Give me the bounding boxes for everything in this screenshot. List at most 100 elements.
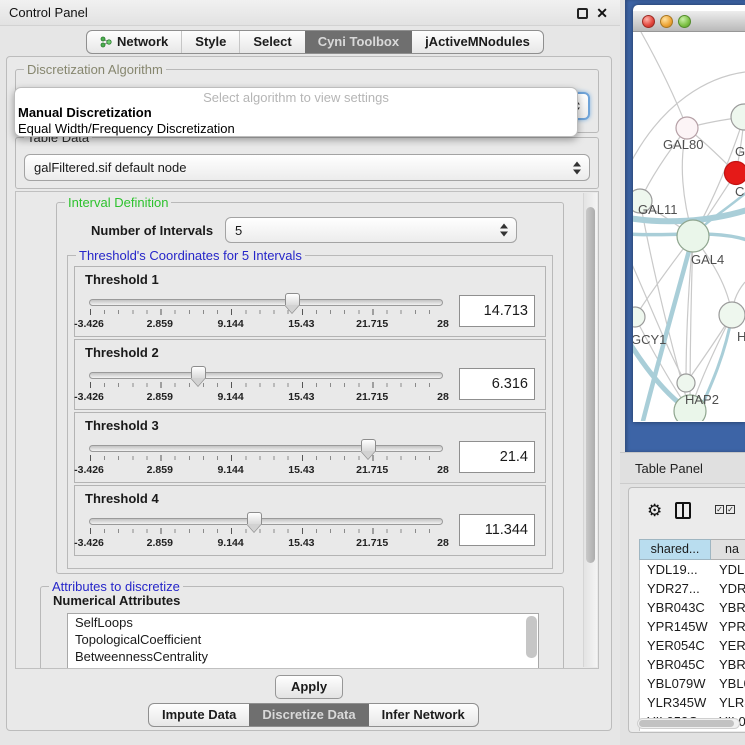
number-of-intervals-combo[interactable]: 5 <box>225 217 517 243</box>
slider-track[interactable] <box>89 372 443 379</box>
network-node-gal4[interactable] <box>677 220 709 252</box>
network-node-hap2[interactable] <box>677 374 695 392</box>
attribute-list-item[interactable]: SelfLoops <box>68 614 538 631</box>
table-row[interactable]: YER054C YER0 <box>640 636 745 655</box>
settings-scrollbar-thumb[interactable] <box>586 207 595 563</box>
threshold-2-value-field[interactable]: 6.316 <box>459 368 535 400</box>
table-scrollbar-thumb[interactable] <box>639 720 734 727</box>
table-row[interactable]: YBL079W YBL0 <box>640 674 745 693</box>
column-header-shared-name[interactable]: shared... <box>639 539 711 560</box>
attributes-group: Attributes to discretize Numerical Attri… <box>40 586 564 669</box>
column-header-name[interactable]: na <box>711 539 745 560</box>
window-zoom-button[interactable] <box>678 15 691 28</box>
tab-style[interactable]: Style <box>181 31 239 53</box>
threshold-2-slider[interactable]: -3.4262.8599.14415.4321.71528 <box>89 366 443 410</box>
slider-thumb[interactable] <box>191 366 206 378</box>
slider-major-ticks <box>90 455 443 461</box>
threshold-3-value-field[interactable]: 21.4 <box>459 441 535 473</box>
settings-scrollbar[interactable] <box>583 193 597 667</box>
table-row[interactable]: YPR145W YPR1 <box>640 617 745 636</box>
tab-discretize-data[interactable]: Discretize Data <box>249 704 368 726</box>
tick-label: 2.859 <box>147 537 173 549</box>
network-node-selected-red[interactable] <box>725 162 745 185</box>
cell-shared-name: YER054C <box>640 636 712 655</box>
select-columns-icon[interactable]: ✓ ✓ <box>715 505 735 514</box>
network-window-titlebar <box>633 11 745 32</box>
table-row[interactable]: YDL19... YDL1 <box>640 560 745 579</box>
numerical-attributes-list: SelfLoopsTopologicalCoefficientBetweenne… <box>67 613 539 669</box>
threshold-2-panel: Threshold 2 -3.4262.8599.14415.4321.7152… <box>74 339 546 410</box>
tick-labels: -3.4262.8599.14415.4321.71528 <box>89 537 443 551</box>
tab-infer-network[interactable]: Infer Network <box>369 704 478 726</box>
table-data-combo[interactable]: galFiltered.sif default node <box>24 154 590 181</box>
slider-thumb[interactable] <box>361 439 376 451</box>
network-node-gal80[interactable] <box>676 117 698 139</box>
gear-icon[interactable]: ⚙ <box>647 498 662 524</box>
tick-label: 21.715 <box>356 537 388 549</box>
threshold-1-slider[interactable]: -3.4262.8599.14415.4321.71528 <box>89 293 443 337</box>
table-row[interactable]: YBR045C YBR0 <box>640 655 745 674</box>
tab-impute-data[interactable]: Impute Data <box>149 704 249 726</box>
cell-name: YDR2 <box>712 579 745 598</box>
table-horizontal-scrollbar[interactable] <box>637 718 740 729</box>
slider-thumb[interactable] <box>285 293 300 305</box>
network-node-h[interactable] <box>719 302 745 328</box>
tab-select[interactable]: Select <box>239 31 304 53</box>
slider-thumb[interactable] <box>247 512 262 524</box>
list-scrollbar[interactable] <box>526 616 537 658</box>
table-panel-header: Table Panel <box>620 452 745 484</box>
cell-shared-name: YDR27... <box>640 579 712 598</box>
apply-button[interactable]: Apply <box>275 675 343 699</box>
threshold-4-panel: Threshold 4 -3.4262.8599.14415.4321.7152… <box>74 485 546 556</box>
attribute-list-item[interactable]: TopologicalCoefficient <box>68 631 538 648</box>
tab-cyni-toolbox[interactable]: Cyni Toolbox <box>305 31 412 53</box>
network-node[interactable] <box>731 104 745 130</box>
algorithm-dropdown-popup: Select algorithm to view settings Manual… <box>14 87 578 137</box>
split-columns-icon[interactable] <box>675 502 691 519</box>
algorithm-option-equal-width[interactable]: Equal Width/Frequency Discretization <box>15 121 577 137</box>
threshold-3-panel: Threshold 3 -3.4262.8599.14415.4321.7152… <box>74 412 546 483</box>
tick-label: 9.144 <box>217 318 243 330</box>
tick-label: 15.43 <box>288 537 314 549</box>
network-canvas[interactable]: GAL80 GA C GAL11 GAL4 GCY1 H HAP2 <box>633 32 745 421</box>
threshold-coordinates-group: Threshold's Coordinates for 5 Intervals … <box>67 255 553 569</box>
tick-label: 21.715 <box>356 391 388 403</box>
tick-label: -3.426 <box>74 537 104 549</box>
cell-shared-name: YPR145W <box>640 617 712 636</box>
node-label-gal4: GAL4 <box>691 252 724 267</box>
tab-jactivemnodules[interactable]: jActiveMNodules <box>412 31 543 53</box>
float-panel-icon[interactable] <box>577 8 588 19</box>
threshold-4-slider[interactable]: -3.4262.8599.14415.4321.71528 <box>89 512 443 556</box>
threshold-1-label: Threshold 1 <box>75 267 545 287</box>
slider-track[interactable] <box>89 518 443 525</box>
tick-label: 2.859 <box>147 391 173 403</box>
table-header-row: shared... na <box>639 539 745 560</box>
tab-network[interactable]: Network <box>87 31 181 53</box>
tab-network-label: Network <box>117 31 168 53</box>
algorithm-option-manual[interactable]: Manual Discretization <box>15 105 577 121</box>
slider-track[interactable] <box>89 299 443 306</box>
tick-label: 2.859 <box>147 464 173 476</box>
table-row[interactable]: YDR27... YDR2 <box>640 579 745 598</box>
tab-style-label: Style <box>195 31 226 53</box>
window-close-button[interactable] <box>642 15 655 28</box>
tab-infer-network-label: Infer Network <box>382 704 465 726</box>
attribute-list-item[interactable]: BetweennessCentrality <box>68 648 538 665</box>
cell-shared-name: YDL19... <box>640 560 712 579</box>
table-row[interactable]: YBR043C YBR0 <box>640 598 745 617</box>
window-minimize-button[interactable] <box>660 15 673 28</box>
threshold-4-value-field[interactable]: 11.344 <box>459 514 535 546</box>
threshold-1-value-field[interactable]: 14.713 <box>459 295 535 327</box>
node-label-gcy1: GCY1 <box>633 332 666 347</box>
tick-label: 9.144 <box>217 464 243 476</box>
threshold-3-slider[interactable]: -3.4262.8599.14415.4321.71528 <box>89 439 443 483</box>
threshold-4-label: Threshold 4 <box>75 486 545 506</box>
cell-name: YBL0 <box>712 674 745 693</box>
network-node-gcy1[interactable] <box>633 307 645 327</box>
cyni-bottom-tabbar: Impute Data Discretize Data Infer Networ… <box>148 703 479 727</box>
close-icon[interactable]: ✕ <box>596 0 608 26</box>
table-row[interactable]: YLR345W YLR3 <box>640 693 745 712</box>
slider-track[interactable] <box>89 445 443 452</box>
slider-major-ticks <box>90 309 443 315</box>
tick-label: 21.715 <box>356 464 388 476</box>
